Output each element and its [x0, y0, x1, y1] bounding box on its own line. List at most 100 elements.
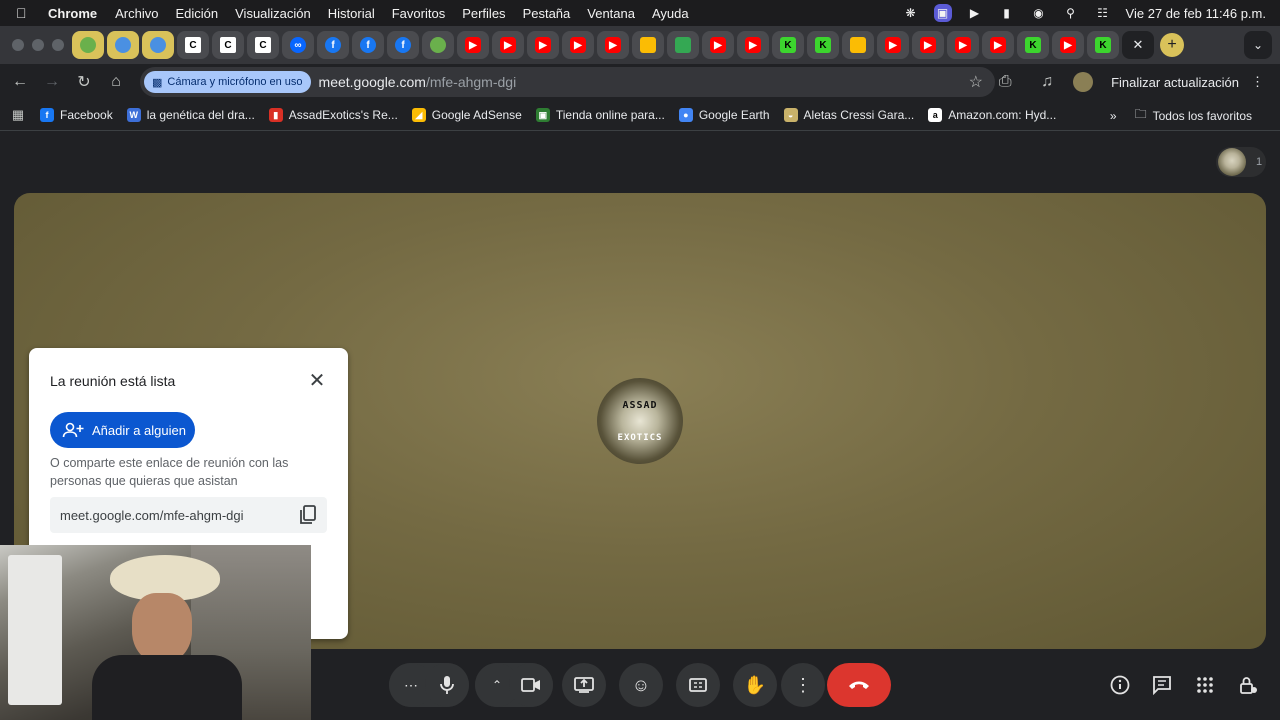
update-button[interactable]: Finalizar actualización ⋮ [1103, 68, 1272, 96]
ai-assistant-icon[interactable]: ❋ [902, 6, 920, 20]
app-menu-chrome[interactable]: Chrome [48, 6, 97, 21]
close-icon[interactable]: ✕ [306, 369, 328, 392]
browser-tab[interactable]: ▶ [982, 31, 1014, 59]
menu-visualizacion[interactable]: Visualización [235, 6, 311, 21]
activities-grid-icon[interactable] [1193, 673, 1217, 697]
bookmark-item[interactable]: ◒ Aletas Cressi Gara... [783, 108, 914, 122]
browser-tab[interactable]: ∞ [282, 31, 314, 59]
browser-tab[interactable]: ▶ [597, 31, 629, 59]
browser-tab[interactable] [667, 31, 699, 59]
bookmark-star-icon[interactable]: ☆ [969, 72, 983, 92]
more-options-icon[interactable]: ⋮ [781, 663, 825, 707]
wifi-icon[interactable]: ◉ [1030, 6, 1048, 20]
browser-tab[interactable]: f [317, 31, 349, 59]
tab-group-chip[interactable] [142, 31, 174, 59]
participant-counter[interactable]: 1 [1216, 147, 1266, 177]
tab-group-chip[interactable] [107, 31, 139, 59]
browser-tab[interactable]: f [352, 31, 384, 59]
browser-tab[interactable] [632, 31, 664, 59]
video-camera-toggle-icon[interactable] [509, 663, 553, 707]
captions-icon[interactable] [676, 663, 720, 707]
participant-logo-avatar: ASSAD EXOTICS [597, 378, 683, 464]
menu-ayuda[interactable]: Ayuda [652, 6, 689, 21]
browser-tab[interactable]: K [772, 31, 804, 59]
meeting-info-icon[interactable] [1108, 673, 1132, 697]
browser-tab[interactable] [842, 31, 874, 59]
reload-icon[interactable]: ↻ [68, 66, 100, 98]
menu-edicion[interactable]: Edición [175, 6, 218, 21]
camera-in-use-chip[interactable]: ▩ Cámara y micrófono en uso [144, 71, 311, 93]
bookmark-item[interactable]: ▣ Tienda online para... [535, 108, 665, 122]
browser-tab[interactable]: ▶ [1052, 31, 1084, 59]
browser-tab[interactable]: ▶ [527, 31, 559, 59]
browser-tab[interactable]: ▶ [737, 31, 769, 59]
new-tab-button[interactable]: + [1160, 33, 1184, 57]
play-icon[interactable]: ▶ [966, 6, 984, 20]
host-controls-lock-icon[interactable] [1236, 673, 1260, 697]
active-tab-close-icon[interactable]: ✕ [1122, 31, 1154, 59]
menubar-clock[interactable]: Vie 27 de feb 11:46 p.m. [1126, 6, 1266, 21]
apple-menu-icon[interactable]:  [16, 5, 34, 21]
emoji-reaction-icon[interactable]: ☺ [619, 663, 663, 707]
bookmark-favicon-icon: ▣ [535, 108, 550, 122]
tab-favicon [80, 37, 96, 53]
bookmark-item[interactable]: a Amazon.com: Hyd... [928, 108, 1056, 122]
add-someone-button[interactable]: Añadir a alguien [50, 412, 195, 448]
tab-group-chip[interactable] [72, 31, 104, 59]
menu-archivo[interactable]: Archivo [115, 6, 158, 21]
bookmark-label: Google AdSense [431, 108, 522, 122]
browser-tab[interactable]: K [807, 31, 839, 59]
apps-grid-icon[interactable]: ▦ [2, 99, 34, 131]
browser-tab[interactable]: ▶ [912, 31, 944, 59]
bookmark-item[interactable]: Wla genética del dra... [126, 108, 255, 122]
forward-icon[interactable]: → [36, 66, 68, 98]
microphone-icon[interactable] [425, 663, 469, 707]
bookmark-item[interactable]: ● Google Earth [678, 108, 770, 122]
present-screen-icon[interactable] [562, 663, 606, 707]
menu-historial[interactable]: Historial [328, 6, 375, 21]
browser-tab[interactable]: ▶ [702, 31, 734, 59]
tab-search-button[interactable]: ⌄ [1244, 31, 1272, 59]
bookmark-item[interactable]: f Facebook [40, 108, 113, 122]
menu-pestana[interactable]: Pestaña [523, 6, 571, 21]
url-text[interactable]: meet.google.com/mfe-ahgm-dgi [319, 74, 517, 90]
extensions-icon[interactable]: ⎙ [989, 66, 1021, 98]
browser-tab[interactable]: ▶ [877, 31, 909, 59]
bookmark-item[interactable]: ◢ Google AdSense [411, 108, 522, 122]
copy-icon[interactable] [297, 503, 319, 527]
address-bar[interactable]: ▩ Cámara y micrófono en uso meet.google.… [140, 67, 995, 97]
bookmark-label: Tienda online para... [555, 108, 665, 122]
all-favorites-label: Todos los favoritos [1152, 108, 1252, 123]
menu-favoritos[interactable]: Favoritos [392, 6, 445, 21]
browser-tab[interactable]: K [1087, 31, 1119, 59]
browser-tab[interactable]: C [177, 31, 209, 59]
browser-tab[interactable]: C [212, 31, 244, 59]
menu-perfiles[interactable]: Perfiles [462, 6, 505, 21]
more-bookmarks-icon[interactable]: » [1110, 109, 1117, 123]
browser-tab[interactable]: f [387, 31, 419, 59]
browser-tab[interactable]: ▶ [562, 31, 594, 59]
close-window-icon[interactable] [12, 39, 24, 51]
browser-tab[interactable]: K [1017, 31, 1049, 59]
zoom-window-icon[interactable] [52, 39, 64, 51]
media-controls-icon[interactable]: ♫ [1031, 66, 1063, 98]
browser-tab[interactable]: ▶ [492, 31, 524, 59]
all-favorites-folder[interactable]: 🗀 Todos los favoritos [1135, 105, 1252, 126]
profile-avatar[interactable] [1073, 72, 1094, 92]
screen-share-indicator-icon[interactable]: ▣ [933, 4, 952, 22]
minimize-window-icon[interactable] [32, 39, 44, 51]
menu-ventana[interactable]: Ventana [587, 6, 635, 21]
browser-tab[interactable]: C [247, 31, 279, 59]
battery-icon[interactable]: ▮ [998, 6, 1016, 20]
home-icon[interactable]: ⌂ [100, 66, 132, 98]
raise-hand-icon[interactable]: ✋ [733, 663, 777, 707]
control-center-icon[interactable]: ☷ [1094, 6, 1112, 20]
spotlight-search-icon[interactable]: ⚲ [1062, 6, 1080, 20]
end-call-button[interactable] [827, 663, 891, 707]
bookmark-item[interactable]: ▮ AssadExotics's Re... [268, 108, 398, 122]
browser-tab[interactable]: ▶ [947, 31, 979, 59]
browser-tab[interactable] [422, 31, 454, 59]
chat-icon[interactable] [1150, 673, 1174, 697]
browser-tab[interactable]: ▶ [457, 31, 489, 59]
back-icon[interactable]: ← [4, 66, 36, 98]
